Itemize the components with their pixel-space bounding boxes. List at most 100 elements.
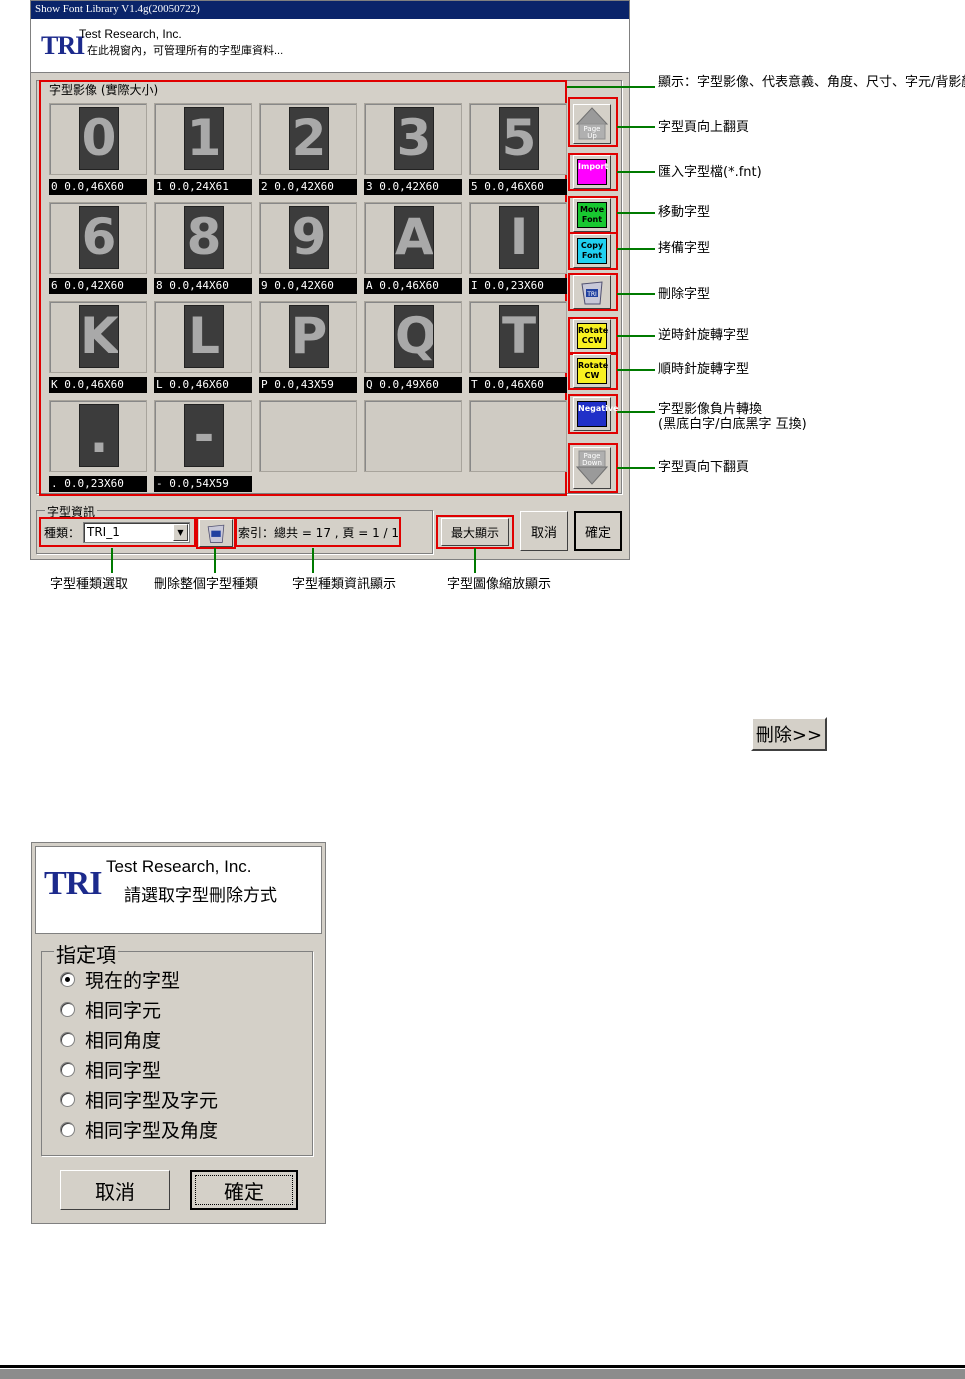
radio-option[interactable]: 相同字型及字元 (60, 1087, 218, 1112)
page-up-button[interactable]: Page Up (573, 104, 611, 144)
radio-label: 相同字型及角度 (85, 1119, 219, 1142)
font-glyph: - (184, 404, 224, 467)
font-cell[interactable]: A A 0.0,46X60 (364, 202, 462, 296)
page-down-button[interactable]: Page Down (573, 447, 611, 489)
font-cell[interactable]: 2 2 0.0,42X60 (259, 103, 357, 197)
radio-option[interactable]: 現在的字型 (60, 967, 180, 992)
font-image-frame: 6 (49, 202, 147, 274)
font-image-frame: 3 (364, 103, 462, 175)
leader-line (617, 411, 655, 413)
radio-button[interactable] (60, 971, 75, 987)
chevron-down-icon[interactable]: ▼ (173, 524, 188, 541)
font-cell[interactable]: L L 0.0,46X60 (154, 301, 252, 395)
radio-option[interactable]: 相同字型及角度 (60, 1117, 219, 1142)
font-image-frame (259, 400, 357, 472)
font-glyph: P (289, 305, 329, 368)
radio-option[interactable]: 相同角度 (60, 1027, 161, 1052)
leader-line (617, 293, 655, 295)
type-value: TRI_1 (87, 525, 120, 539)
rotate-ccw-button[interactable]: Rotate CCW (573, 319, 611, 353)
radio-label: 相同字型 (85, 1059, 162, 1082)
move-font-button[interactable]: Move Font (573, 198, 611, 232)
delete-font-button[interactable]: TRI (573, 275, 611, 309)
radio-button[interactable] (60, 1091, 75, 1107)
radio-button[interactable] (60, 1001, 75, 1017)
svg-text:TRI: TRI (586, 291, 597, 298)
font-cell[interactable] (364, 400, 462, 494)
move-font-icon: Move Font (577, 202, 607, 228)
annotation-type-info: 字型種類資訊顯示 (292, 577, 397, 592)
font-cell[interactable]: 0 0 0.0,46X60 (49, 103, 147, 197)
max-display-button[interactable]: 最大顯示 (441, 518, 509, 546)
arrow-down-icon: Page Down (575, 450, 609, 485)
font-image-frame: K (49, 301, 147, 373)
dialog-cancel-button[interactable]: 取消 (60, 1170, 170, 1210)
font-glyph: T (499, 305, 539, 368)
dialog-company: Test Research, Inc. (106, 857, 252, 876)
cancel-button[interactable]: 取消 (520, 511, 568, 551)
font-glyph: 2 (289, 107, 329, 170)
font-caption: P 0.0,43X59 (259, 377, 357, 393)
copy-font-button[interactable]: Copy Font (573, 234, 611, 268)
radio-option[interactable]: 相同字元 (60, 997, 161, 1022)
import-button[interactable]: Import (573, 155, 611, 189)
delete-more-button[interactable]: 刪除>> (751, 717, 827, 751)
font-image-frame: P (259, 301, 357, 373)
annotation-display: 顯示：字型影像、代表意義、角度、尺寸、字元/背影顏色 (658, 75, 965, 90)
leader-line (617, 369, 655, 371)
font-cell[interactable] (469, 400, 567, 494)
font-caption: 5 0.0,46X60 (469, 179, 567, 195)
font-image-frame (364, 400, 462, 472)
font-cell[interactable]: Q Q 0.0,49X60 (364, 301, 462, 395)
font-cell[interactable]: 1 1 0.0,24X61 (154, 103, 252, 197)
font-caption: 8 0.0,44X60 (154, 278, 252, 294)
annotation-type-select: 字型種類選取 (50, 577, 129, 592)
font-cell[interactable]: . . 0.0,23X60 (49, 400, 147, 494)
leader-line (567, 86, 655, 88)
font-caption: 3 0.0,42X60 (364, 179, 462, 195)
font-glyph: Q (394, 305, 434, 368)
font-glyph: 8 (184, 206, 224, 269)
font-cell[interactable]: 6 6 0.0,42X60 (49, 202, 147, 296)
arrow-up-icon: Page Up (575, 107, 609, 140)
delete-mode-dialog: TRI Test Research, Inc. 請選取字型刪除方式 指定項 現在… (31, 842, 326, 1224)
font-image-frame (469, 400, 567, 472)
delete-type-button[interactable] (199, 519, 233, 547)
negative-icon: Negative (577, 401, 618, 427)
font-caption: Q 0.0,49X60 (364, 377, 462, 393)
font-cell[interactable] (259, 400, 357, 494)
font-image-frame: 1 (154, 103, 252, 175)
font-cell[interactable]: T T 0.0,46X60 (469, 301, 567, 395)
radio-button[interactable] (60, 1031, 75, 1047)
font-cell[interactable]: 9 9 0.0,42X60 (259, 202, 357, 296)
font-cell[interactable]: 3 3 0.0,42X60 (364, 103, 462, 197)
radio-button[interactable] (60, 1121, 75, 1137)
font-cell[interactable]: - - 0.0,54X59 (154, 400, 252, 494)
type-dropdown[interactable]: TRI_1 ▼ (83, 522, 190, 543)
dialog-ok-button[interactable]: 確定 (190, 1170, 298, 1210)
leader-line (617, 171, 655, 173)
annotation-zoom: 字型圖像縮放顯示 (447, 577, 552, 592)
radio-option[interactable]: 相同字型 (60, 1057, 162, 1082)
font-cell[interactable]: K K 0.0,46X60 (49, 301, 147, 395)
rotate-cw-button[interactable]: Rotate CW (573, 354, 611, 388)
font-caption: T 0.0,46X60 (469, 377, 567, 393)
font-cell[interactable]: P P 0.0,43X59 (259, 301, 357, 395)
font-glyph: 3 (394, 107, 434, 170)
font-glyph: . (79, 404, 119, 467)
font-cell[interactable]: 8 8 0.0,44X60 (154, 202, 252, 296)
radio-button[interactable] (60, 1061, 75, 1077)
font-cell[interactable]: I I 0.0,23X60 (469, 202, 567, 296)
dialog-subtitle: 請選取字型刪除方式 (124, 886, 277, 906)
font-image-frame: 5 (469, 103, 567, 175)
rotate-ccw-icon: Rotate CCW (577, 323, 608, 349)
annotation-rotate-ccw: 逆時針旋轉字型 (658, 328, 750, 343)
font-image-frame: . (49, 400, 147, 472)
negative-button[interactable]: Negative (573, 397, 618, 431)
font-caption: K 0.0,46X60 (49, 377, 147, 393)
font-cell[interactable]: 5 5 0.0,46X60 (469, 103, 567, 197)
ok-button[interactable]: 確定 (574, 511, 622, 551)
type-info-text: 索引：總共 = 17 , 頁 = 1 / 1 (238, 526, 400, 540)
font-image-frame: Q (364, 301, 462, 373)
font-image-frame: T (469, 301, 567, 373)
